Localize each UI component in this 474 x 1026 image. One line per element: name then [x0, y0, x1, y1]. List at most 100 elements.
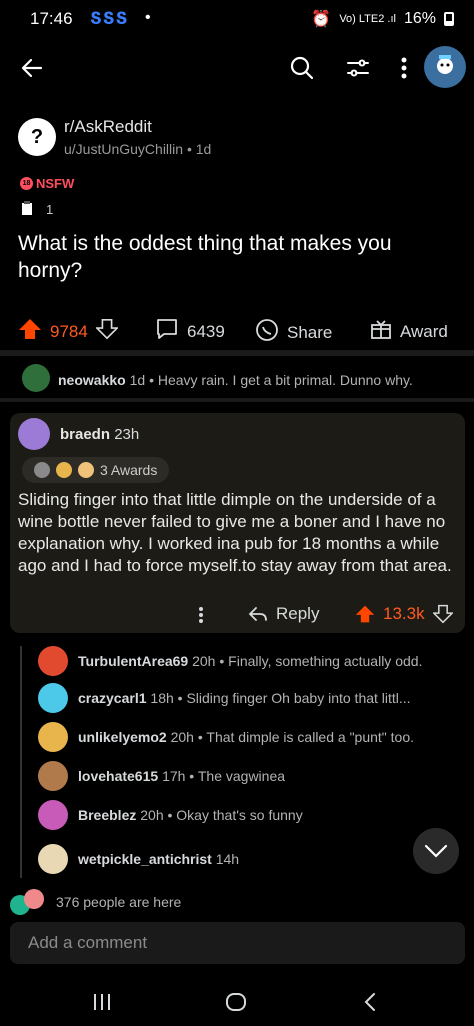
share-icon — [255, 318, 279, 347]
subreddit-name[interactable]: r/AskReddit — [64, 117, 152, 137]
reply-username[interactable]: unlikelyemo2 — [78, 729, 167, 745]
award-label: Award — [400, 321, 448, 341]
reply-username[interactable]: Breeblez — [78, 807, 136, 823]
share-button[interactable]: Share — [255, 318, 332, 347]
reply-item[interactable]: unlikelyemo2 20h • That dimple is called… — [38, 721, 414, 753]
reply-age: 18h — [150, 690, 174, 706]
downvote-icon[interactable] — [432, 604, 453, 624]
reply-item[interactable]: crazycarl1 18h • Sliding finger Oh baby … — [38, 682, 411, 714]
wholesome-award-icon — [78, 462, 94, 478]
comment-username[interactable]: braedn — [60, 426, 110, 443]
reply-item[interactable]: TurbulentArea69 20h • Finally, something… — [38, 645, 422, 677]
reply-text: Breeblez 20h • Okay that's so funny — [78, 807, 303, 823]
comment-header: braedn 23h — [60, 426, 139, 443]
meta-separator: • — [185, 768, 198, 784]
comment-collapsed[interactable]: neowakko 1d • Heavy rain. I get a bit pr… — [58, 372, 413, 388]
post-score: 9784 — [50, 321, 88, 341]
reply-age: 20h — [192, 653, 216, 669]
recent-apps-icon[interactable] — [82, 986, 122, 1018]
post-action-bar: 9784 6439 Share Award — [0, 310, 474, 348]
reply-username[interactable]: TurbulentArea69 — [78, 653, 188, 669]
presence-avatars — [10, 889, 46, 915]
downvote-icon[interactable] — [94, 318, 119, 345]
comment-input[interactable]: Add a comment — [10, 922, 465, 964]
reply-username[interactable]: crazycarl1 — [78, 690, 147, 706]
reply-age: 20h — [170, 729, 194, 745]
reply-button[interactable]: Reply — [248, 604, 319, 624]
gift-icon — [370, 318, 392, 345]
reply-text: wetpickle_antichrist 14h — [78, 851, 239, 867]
reply-text: crazycarl1 18h • Sliding finger Oh baby … — [78, 690, 411, 706]
comment-icon — [155, 318, 179, 345]
meta-separator: • — [215, 653, 229, 669]
sort-filter-icon[interactable] — [338, 48, 378, 88]
reply-username[interactable]: wetpickle_antichrist — [78, 851, 212, 867]
avatar[interactable] — [22, 364, 50, 392]
signal-text: Vo) LTE2 .ıl — [339, 13, 396, 25]
meta-separator: • — [149, 372, 158, 388]
comment-age: 23h — [114, 426, 140, 443]
upvote-icon[interactable] — [355, 604, 375, 624]
upvote-icon[interactable] — [18, 318, 42, 345]
subreddit-icon[interactable]: ? — [18, 118, 56, 156]
search-icon[interactable] — [282, 48, 322, 88]
post-meta: u/JustUnGuyChillin • 1d — [64, 141, 211, 157]
presence-text: 376 people are here — [56, 894, 182, 910]
reply-item[interactable]: lovehate615 17h • The vagwinea — [38, 760, 285, 792]
comment-username[interactable]: neowakko — [58, 372, 126, 388]
status-dot: • — [145, 9, 151, 26]
award-button[interactable]: Award — [370, 318, 448, 345]
vote-group: 9784 — [18, 318, 119, 345]
helpful-award-icon — [56, 462, 72, 478]
home-icon[interactable] — [216, 986, 256, 1018]
silver-award-icon — [34, 462, 50, 478]
reply-item[interactable]: wetpickle_antichrist 14h — [38, 843, 239, 875]
reply-username[interactable]: lovehate615 — [78, 768, 158, 784]
system-back-icon[interactable] — [350, 986, 390, 1018]
reply-text: unlikelyemo2 20h • That dimple is called… — [78, 729, 414, 745]
post-awards[interactable]: 1 — [20, 200, 53, 219]
award-icon — [20, 200, 34, 219]
reply-text: TurbulentArea69 20h • Finally, something… — [78, 653, 422, 669]
avatar[interactable] — [38, 844, 68, 874]
comment-vote-group: 13.3k — [355, 604, 453, 624]
comment-action-bar: Reply 13.3k — [10, 602, 465, 632]
nsfw-icon: 18 — [20, 177, 33, 190]
comment-preview: Heavy rain. I get a bit primal. Dunno wh… — [157, 372, 413, 388]
awards-pill[interactable]: 3 Awards — [22, 457, 170, 483]
avatar — [24, 889, 44, 909]
avatar[interactable] — [38, 761, 68, 791]
reply-item[interactable]: Breeblez 20h • Okay that's so funny — [38, 799, 303, 831]
reply-icon — [248, 607, 267, 621]
user-avatar[interactable] — [424, 46, 466, 88]
status-time: 17:46 — [30, 9, 73, 28]
avatar[interactable] — [38, 800, 68, 830]
comment-score: 13.3k — [383, 604, 425, 623]
alarm-icon: ⏰ — [311, 11, 332, 28]
status-bar: 17:46 ՏՏՏ • ⏰ Vo) LTE2 .ıl 16% — [0, 0, 474, 36]
post-author[interactable]: u/JustUnGuyChillin — [64, 141, 183, 157]
top-nav — [0, 40, 474, 96]
comment-count: 6439 — [187, 321, 225, 341]
scroll-down-button[interactable] — [413, 828, 459, 874]
avatar[interactable] — [38, 722, 68, 752]
back-arrow-icon[interactable] — [12, 48, 52, 88]
avatar[interactable] — [38, 646, 68, 676]
more-vertical-icon[interactable] — [384, 48, 424, 88]
battery-icon — [444, 12, 454, 26]
system-nav-bar — [0, 978, 474, 1026]
nsfw-tag: 18 NSFW — [20, 176, 74, 191]
comments-button[interactable]: 6439 — [155, 318, 225, 345]
reply-preview: Finally, something actually odd. — [228, 653, 423, 669]
thread-line[interactable] — [20, 646, 22, 878]
comment-body: Sliding finger into that little dimple o… — [18, 490, 452, 575]
avatar[interactable] — [18, 418, 50, 450]
reply-age: 14h — [215, 851, 240, 867]
post-age: 1d — [195, 141, 212, 157]
section-divider — [0, 350, 474, 356]
chevron-down-icon — [424, 844, 448, 858]
reply-preview: Okay that's so funny — [176, 807, 303, 823]
avatar[interactable] — [38, 683, 68, 713]
reply-label: Reply — [276, 604, 320, 623]
more-vertical-icon[interactable] — [198, 606, 204, 629]
